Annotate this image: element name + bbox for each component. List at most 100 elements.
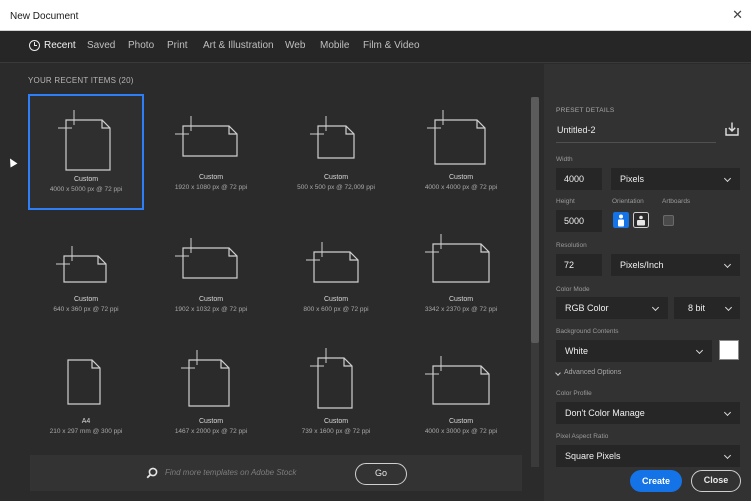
recent-item-tile[interactable]: A4 210 x 297 mm @ 300 ppi — [28, 338, 144, 454]
recent-item-size: 1902 x 1032 px @ 72 ppi — [174, 306, 248, 313]
document-icon — [425, 356, 490, 405]
document-icon — [67, 359, 101, 405]
document-icon — [306, 242, 359, 283]
landscape-orientation-button[interactable] — [633, 212, 649, 228]
recent-item-size: 3342 x 2370 px @ 72 ppi — [424, 306, 498, 313]
chevron-down-icon — [695, 346, 704, 355]
width-input[interactable]: 4000 — [556, 168, 602, 190]
background-contents-label: Background Contents — [556, 328, 619, 335]
resolution-label: Resolution — [556, 242, 587, 249]
recent-item-name: Custom — [448, 174, 474, 181]
recent-item-name: Custom — [448, 296, 474, 303]
clock-icon — [29, 40, 40, 51]
color-profile-label: Color Profile — [556, 390, 592, 397]
artboards-checkbox[interactable] — [663, 215, 674, 226]
recent-item-tile[interactable]: Custom 800 x 600 px @ 72 ppi — [278, 216, 394, 332]
recent-item-tile[interactable]: Custom 1467 x 2000 px @ 72 ppi — [153, 338, 269, 454]
recent-item-tile[interactable]: Custom 4000 x 3000 px @ 72 ppi — [403, 338, 519, 454]
document-icon — [58, 110, 111, 171]
recent-item-size: 800 x 600 px @ 72 ppi — [303, 306, 369, 313]
height-input[interactable]: 5000 — [556, 210, 602, 232]
close-button[interactable]: Close — [691, 470, 741, 492]
recent-item-size: 1467 x 2000 px @ 72 ppi — [174, 428, 248, 435]
recent-item-name: Custom — [198, 418, 224, 425]
recent-item-tile[interactable]: Custom 3342 x 2370 px @ 72 ppi — [403, 216, 519, 332]
create-button[interactable]: Create — [630, 470, 682, 492]
resolution-unit-value: Pixels/Inch — [620, 260, 664, 270]
recent-item-size: 739 x 1600 px @ 72 ppi — [301, 428, 371, 435]
document-icon — [181, 350, 230, 407]
recent-item-size: 640 x 360 px @ 72 ppi — [53, 306, 119, 313]
width-unit-value: Pixels — [620, 174, 645, 184]
height-label: Height — [556, 198, 575, 205]
recent-item-name: Custom — [323, 418, 349, 425]
recent-item-size: 4000 x 4000 px @ 72 ppi — [424, 184, 498, 191]
recent-item-tile[interactable]: Custom 4000 x 4000 px @ 72 ppi — [403, 94, 519, 210]
tab-photo[interactable]: Photo — [128, 40, 154, 51]
color-mode-select[interactable]: RGB Color — [556, 297, 668, 319]
new-document-dialog: Recent Saved Photo Print Art & Illustrat… — [0, 31, 751, 501]
resolution-input[interactable]: 72 — [556, 254, 602, 276]
chevron-down-icon — [723, 408, 732, 417]
chevron-down-icon — [723, 260, 732, 269]
recent-item-name: Custom — [198, 174, 224, 181]
close-icon[interactable]: ✕ — [732, 8, 743, 22]
recent-item-name: Custom — [323, 296, 349, 303]
search-icon — [146, 467, 158, 479]
recent-item-tile[interactable]: Custom 1920 x 1080 px @ 72 ppi — [153, 94, 269, 210]
chevron-down-icon[interactable] — [555, 370, 561, 376]
width-unit-select[interactable]: Pixels — [611, 168, 740, 190]
recent-items-pane: YOUR RECENT ITEMS (20) Custom 4000 x 5000… — [0, 64, 528, 501]
document-name-underline — [556, 142, 716, 143]
document-icon — [175, 116, 238, 157]
recent-item-size: 1920 x 1080 px @ 72 ppi — [174, 184, 248, 191]
document-name-field[interactable]: Untitled-2 — [557, 125, 596, 135]
recent-item-tile[interactable]: Custom 1902 x 1032 px @ 72 ppi — [153, 216, 269, 332]
save-preset-icon[interactable] — [724, 121, 740, 137]
document-icon — [425, 234, 490, 283]
recent-item-name: Custom — [73, 296, 99, 303]
go-button[interactable]: Go — [355, 463, 407, 485]
recent-item-tile[interactable]: Custom 739 x 1600 px @ 72 ppi — [278, 338, 394, 454]
recent-item-tile[interactable]: Custom 4000 x 5000 px @ 72 ppi — [28, 94, 144, 210]
document-icon — [310, 348, 353, 409]
color-profile-select[interactable]: Don't Color Manage — [556, 402, 740, 424]
orientation-label: Orientation — [612, 198, 644, 205]
tab-art-illustration[interactable]: Art & Illustration — [203, 40, 274, 51]
resolution-unit-select[interactable]: Pixels/Inch — [611, 254, 740, 276]
bit-depth-value: 8 bit — [688, 303, 706, 313]
portrait-orientation-button[interactable] — [613, 212, 629, 228]
tab-saved[interactable]: Saved — [87, 40, 115, 51]
pixel-aspect-ratio-value: Square Pixels — [565, 451, 621, 461]
scrollbar-thumb[interactable] — [531, 97, 539, 343]
recent-item-size: 500 x 500 px @ 72,009 ppi — [297, 184, 375, 191]
document-icon — [175, 238, 238, 279]
color-profile-value: Don't Color Manage — [565, 408, 645, 418]
category-tabs: Recent Saved Photo Print Art & Illustrat… — [0, 31, 751, 63]
advanced-options-toggle[interactable]: Advanced Options — [564, 369, 621, 376]
recent-item-size: 4000 x 5000 px @ 72 ppi — [49, 186, 123, 193]
recent-item-name: Custom — [198, 296, 224, 303]
bit-depth-select[interactable]: 8 bit — [674, 297, 740, 319]
recent-item-size: 210 x 297 mm @ 300 ppi — [49, 428, 123, 435]
tab-film-video[interactable]: Film & Video — [363, 40, 420, 51]
recent-item-tile[interactable]: Custom 640 x 360 px @ 72 ppi — [28, 216, 144, 332]
tab-mobile[interactable]: Mobile — [320, 40, 349, 51]
background-contents-select[interactable]: White — [556, 340, 712, 362]
stock-search-input[interactable]: Find more templates on Adobe Stock — [165, 468, 296, 477]
recent-item-name: Custom — [323, 174, 349, 181]
recent-item-name: Custom — [73, 176, 99, 183]
document-icon — [56, 246, 107, 283]
recent-item-size: 4000 x 3000 px @ 72 ppi — [424, 428, 498, 435]
recent-item-tile[interactable]: Custom 500 x 500 px @ 72,009 ppi — [278, 94, 394, 210]
chevron-down-icon — [723, 451, 732, 460]
artboards-label: Artboards — [662, 198, 691, 205]
preset-details-panel: PRESET DETAILS Untitled-2 Width 4000 Pix… — [544, 64, 751, 501]
tab-print[interactable]: Print — [167, 40, 188, 51]
background-color-swatch[interactable] — [719, 340, 739, 360]
pixel-aspect-ratio-select[interactable]: Square Pixels — [556, 445, 740, 467]
tab-recent[interactable]: Recent — [44, 40, 76, 51]
color-mode-value: RGB Color — [565, 303, 609, 313]
tab-web[interactable]: Web — [285, 40, 305, 51]
document-icon — [310, 116, 355, 159]
